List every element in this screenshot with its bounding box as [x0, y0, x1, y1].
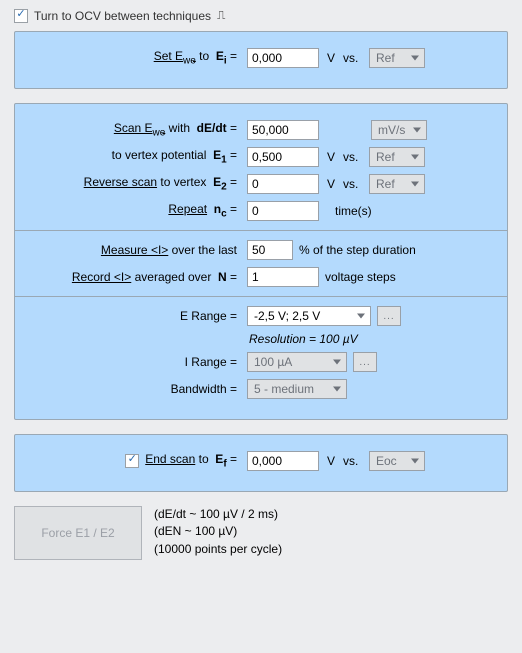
nc-label: Repeat nc = — [27, 202, 241, 219]
record-suffix: voltage steps — [325, 270, 396, 284]
bandwidth-label: Bandwidth = — [27, 382, 241, 396]
footer-line-3: (10000 points per cycle) — [154, 541, 282, 558]
end-scan-checkbox[interactable]: ✓ — [125, 454, 139, 468]
resolution-text: Resolution = 100 µV — [249, 332, 495, 346]
scan-label: Scan Ewe with dE/dt = — [27, 121, 241, 138]
e1-ref-select[interactable]: Ref — [369, 147, 425, 167]
irange-more-button[interactable]: ... — [353, 352, 377, 372]
ef-input[interactable] — [247, 451, 319, 471]
ei-ref-select[interactable]: Ref — [369, 48, 425, 68]
footer-info: (dE/dt ~ 100 µV / 2 ms) (dEN ~ 100 µV) (… — [154, 506, 282, 558]
nc-input[interactable] — [247, 201, 319, 221]
e1-unit: V — [325, 150, 337, 164]
e2-ref-select[interactable]: Ref — [369, 174, 425, 194]
e2-input[interactable] — [247, 174, 319, 194]
bandwidth-select[interactable]: 5 - medium — [247, 379, 347, 399]
set-ewe-block: Set Ewe to Ei = V vs. Ref — [14, 31, 508, 89]
end-scan-label: ✓ End scan to Ef = — [27, 452, 241, 469]
erange-label: E Range = — [27, 309, 241, 323]
measure-last-input[interactable] — [247, 240, 293, 260]
measure-suffix: % of the step duration — [299, 243, 416, 257]
dedt-unit-select[interactable]: mV/s — [371, 120, 427, 140]
end-scan-block: ✓ End scan to Ef = V vs. Eoc — [14, 434, 508, 492]
ef-vs: vs. — [343, 454, 363, 468]
record-n-input[interactable] — [247, 267, 319, 287]
separator-2 — [15, 296, 507, 297]
nc-unit: time(s) — [335, 204, 372, 218]
ef-ref-select[interactable]: Eoc — [369, 451, 425, 471]
ocv-checkbox[interactable]: ✓ — [14, 9, 28, 23]
force-e1e2-button[interactable]: Force E1 / E2 — [14, 506, 142, 560]
ei-input[interactable] — [247, 48, 319, 68]
ef-unit: V — [325, 454, 337, 468]
scan-block: Scan Ewe with dE/dt = mV/s to vertex pot… — [14, 103, 508, 420]
pulse-icon: ⎍ — [217, 8, 224, 23]
measure-label: Measure <I> over the last — [27, 243, 241, 257]
erange-select[interactable]: -2,5 V; 2,5 V — [247, 306, 371, 326]
irange-label: I Range = — [27, 355, 241, 369]
e2-vs: vs. — [343, 177, 363, 191]
footer-line-2: (dEN ~ 100 µV) — [154, 523, 282, 540]
irange-select[interactable]: 100 µA — [247, 352, 347, 372]
ei-unit: V — [325, 51, 337, 65]
ei-vs: vs. — [343, 51, 363, 65]
e1-label: to vertex potential E1 = — [27, 148, 241, 165]
ocv-label: Turn to OCV between techniques — [34, 9, 211, 23]
e1-input[interactable] — [247, 147, 319, 167]
settings-panel: ✓ Turn to OCV between techniques ⎍ Set E… — [0, 0, 522, 576]
set-ewe-label: Set Ewe to Ei = — [27, 49, 241, 66]
dedt-input[interactable] — [247, 120, 319, 140]
footer-line-1: (dE/dt ~ 100 µV / 2 ms) — [154, 506, 282, 523]
e1-vs: vs. — [343, 150, 363, 164]
e2-label: Reverse scan to vertex E2 = — [27, 175, 241, 192]
footer-row: Force E1 / E2 (dE/dt ~ 100 µV / 2 ms) (d… — [14, 506, 508, 560]
record-label: Record <I> averaged over N = — [27, 270, 241, 284]
ocv-toggle-row: ✓ Turn to OCV between techniques ⎍ — [14, 8, 508, 23]
e2-unit: V — [325, 177, 337, 191]
erange-more-button[interactable]: ... — [377, 306, 401, 326]
separator-1 — [15, 230, 507, 231]
